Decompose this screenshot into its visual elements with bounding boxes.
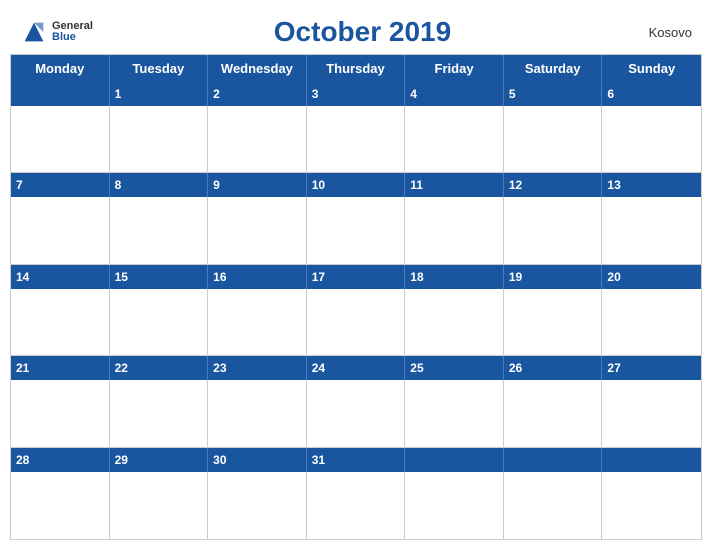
w4d1 <box>11 380 110 447</box>
w1d3-num: 2 <box>208 82 307 106</box>
header-friday: Friday <box>405 55 504 82</box>
w3d2 <box>110 289 209 356</box>
w3d5-num: 18 <box>405 265 504 289</box>
w4d4 <box>307 380 406 447</box>
w5d2 <box>110 472 209 539</box>
week-2-band: 7 8 9 10 11 12 13 <box>11 173 701 197</box>
w1d1-num <box>11 82 110 106</box>
w1d7-num: 6 <box>602 82 701 106</box>
w2d7 <box>602 197 701 264</box>
header-sunday: Sunday <box>602 55 701 82</box>
w5d5-num <box>405 448 504 472</box>
w2d1-num: 7 <box>11 173 110 197</box>
w4d3-num: 23 <box>208 356 307 380</box>
calendar-grid: 1 2 3 4 5 6 7 8 9 10 11 12 13 <box>11 82 701 539</box>
w4d2 <box>110 380 209 447</box>
w2d7-num: 13 <box>602 173 701 197</box>
logo-icon <box>20 18 48 46</box>
w5d7-num <box>602 448 701 472</box>
w3d6 <box>504 289 603 356</box>
header-saturday: Saturday <box>504 55 603 82</box>
w4d5 <box>405 380 504 447</box>
w2d1 <box>11 197 110 264</box>
logo-text: General Blue <box>52 21 93 43</box>
w3d3-num: 16 <box>208 265 307 289</box>
w3d1 <box>11 289 110 356</box>
w4d5-num: 25 <box>405 356 504 380</box>
w2d2-num: 8 <box>110 173 209 197</box>
country-name: Kosovo <box>632 25 692 40</box>
week-5-content <box>11 472 701 539</box>
w1d7 <box>602 106 701 173</box>
w5d6-num <box>504 448 603 472</box>
week-4-content <box>11 380 701 447</box>
w5d4 <box>307 472 406 539</box>
week-3-band: 14 15 16 17 18 19 20 <box>11 265 701 289</box>
w4d4-num: 24 <box>307 356 406 380</box>
w4d2-num: 22 <box>110 356 209 380</box>
w1d4-num: 3 <box>307 82 406 106</box>
w3d4-num: 17 <box>307 265 406 289</box>
w5d7 <box>602 472 701 539</box>
w4d3 <box>208 380 307 447</box>
w4d6-num: 26 <box>504 356 603 380</box>
w4d7 <box>602 380 701 447</box>
w5d5 <box>405 472 504 539</box>
w3d2-num: 15 <box>110 265 209 289</box>
w2d5-num: 11 <box>405 173 504 197</box>
w5d1-num: 28 <box>11 448 110 472</box>
w3d4 <box>307 289 406 356</box>
week-5-band: 28 29 30 31 <box>11 448 701 472</box>
w1d2 <box>110 106 209 173</box>
w1d5 <box>405 106 504 173</box>
week-4-band: 21 22 23 24 25 26 27 <box>11 356 701 380</box>
w3d3 <box>208 289 307 356</box>
page-header: General Blue October 2019 Kosovo <box>10 10 702 50</box>
w3d1-num: 14 <box>11 265 110 289</box>
w5d1 <box>11 472 110 539</box>
w3d5 <box>405 289 504 356</box>
w5d3-num: 30 <box>208 448 307 472</box>
w3d7 <box>602 289 701 356</box>
logo-blue: Blue <box>52 32 93 43</box>
header-thursday: Thursday <box>307 55 406 82</box>
w4d6 <box>504 380 603 447</box>
w2d4 <box>307 197 406 264</box>
w5d6 <box>504 472 603 539</box>
w2d3-num: 9 <box>208 173 307 197</box>
calendar: Monday Tuesday Wednesday Thursday Friday… <box>10 54 702 540</box>
w1d4 <box>307 106 406 173</box>
w1d2-num: 1 <box>110 82 209 106</box>
w2d6-num: 12 <box>504 173 603 197</box>
header-tuesday: Tuesday <box>110 55 209 82</box>
week-1-band: 1 2 3 4 5 6 <box>11 82 701 106</box>
logo: General Blue <box>20 18 93 46</box>
header-monday: Monday <box>11 55 110 82</box>
week-2-content <box>11 197 701 264</box>
w5d3 <box>208 472 307 539</box>
w5d2-num: 29 <box>110 448 209 472</box>
w2d2 <box>110 197 209 264</box>
w2d3 <box>208 197 307 264</box>
w1d3 <box>208 106 307 173</box>
w1d6-num: 5 <box>504 82 603 106</box>
w3d7-num: 20 <box>602 265 701 289</box>
header-wednesday: Wednesday <box>208 55 307 82</box>
calendar-title: October 2019 <box>93 16 632 48</box>
day-headers: Monday Tuesday Wednesday Thursday Friday… <box>11 55 701 82</box>
week-3-content <box>11 289 701 356</box>
w3d6-num: 19 <box>504 265 603 289</box>
week-1-content <box>11 106 701 173</box>
w5d4-num: 31 <box>307 448 406 472</box>
w1d5-num: 4 <box>405 82 504 106</box>
w2d5 <box>405 197 504 264</box>
w4d7-num: 27 <box>602 356 701 380</box>
w2d6 <box>504 197 603 264</box>
w1d6 <box>504 106 603 173</box>
w4d1-num: 21 <box>11 356 110 380</box>
w2d4-num: 10 <box>307 173 406 197</box>
w1d1 <box>11 106 110 173</box>
